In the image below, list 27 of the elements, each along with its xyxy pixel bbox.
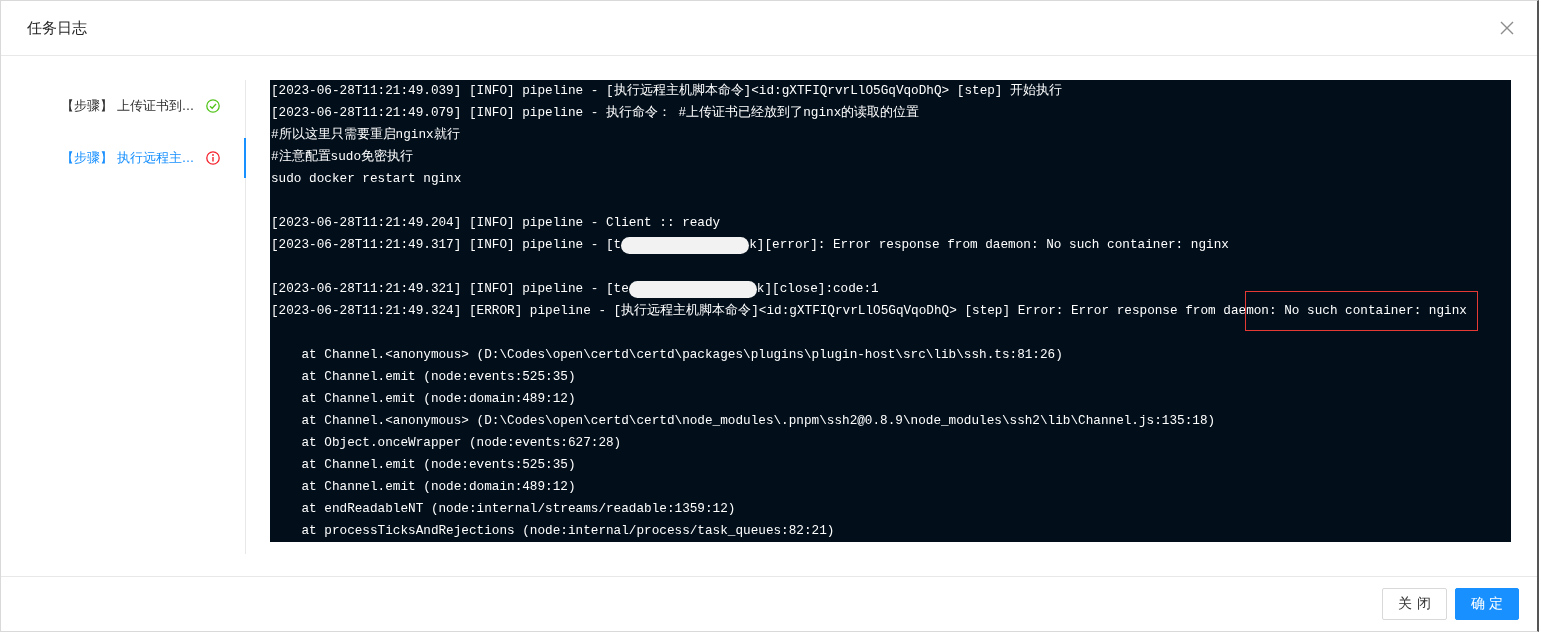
log-line: at Channel.emit (node:events:525:35): [300, 456, 576, 474]
log-line: #所以这里只需要重启nginx就行: [271, 126, 460, 144]
log-line: sudo docker restart nginx: [271, 170, 462, 188]
log-line: [2023-06-28T11:21:49.317] [INFO] pipeline - [t: [271, 236, 622, 254]
log-line: k][close]:code:1: [756, 280, 879, 298]
log-line: at Channel.emit (node:domain:489:12): [300, 390, 576, 408]
log-line: [2023-06-28T11:21:49.079] [INFO] pipeline - 执行命令： #上传证书已经放到了nginx的读取的位置: [271, 104, 920, 122]
log-line: at Channel.emit (node:domain:489:12): [300, 478, 576, 496]
log-line: at processTicksAndRejections (node:internal/process/task_queues:82:21): [300, 522, 835, 540]
log-line: at Object.onceWrapper (node:events:627:28): [300, 434, 622, 452]
log-line: at Channel.<anonymous> (D:\Codes\open\certd\certd\node_modules\.pnpm\ssh2@0.8.9\node_modules\ssh2\lib\Channel.js:135:18): [300, 412, 1216, 430]
log-line: [2023-06-28T11:21:49.204] [INFO] pipeline - Client :: ready: [271, 214, 721, 232]
log-line: [2023-06-28T11:21:49.039] [INFO] pipeline - [执行远程主机脚本命令]<id:gXTFIQrvrLlO5GqVqoDhQ> [step] 开始执行: [271, 82, 1063, 100]
check-circle-icon: [206, 99, 220, 113]
log-line: at Channel.emit (node:events:525:35): [300, 368, 576, 386]
close-icon[interactable]: [1500, 21, 1514, 35]
dialog-title: 任务日志: [27, 18, 87, 38]
close-button[interactable]: 关 闭: [1382, 588, 1447, 620]
log-line: [2023-06-28T11:21:49.324] [ERROR] pipeline - [执行远程主机脚本命令]<id:gXTFIQrvrLlO5GqVqoDhQ> [step] Error: Error response from dae: [271, 302, 1247, 320]
info-circle-icon: [206, 151, 220, 165]
step-tab[interactable]: 【步骤】 上传证书到...: [25, 86, 246, 126]
log-line: k][error]: Error response from daemon: No such container: nginx: [749, 236, 1229, 254]
log-line: [2023-06-28T11:21:49.321] [INFO] pipeline - [te: [271, 280, 629, 298]
log-line: at endReadableNT (node:internal/streams/readable:1359:12): [300, 500, 736, 518]
log-line: #注意配置sudo免密执行: [271, 148, 414, 166]
log-line: at Channel.<anonymous> (D:\Codes\open\certd\certd\packages\plugins\plugin-host\src\lib\ssh.ts:81:26): [300, 346, 1063, 364]
highlighted-text: mon: No such container: nginx: [1246, 292, 1477, 330]
